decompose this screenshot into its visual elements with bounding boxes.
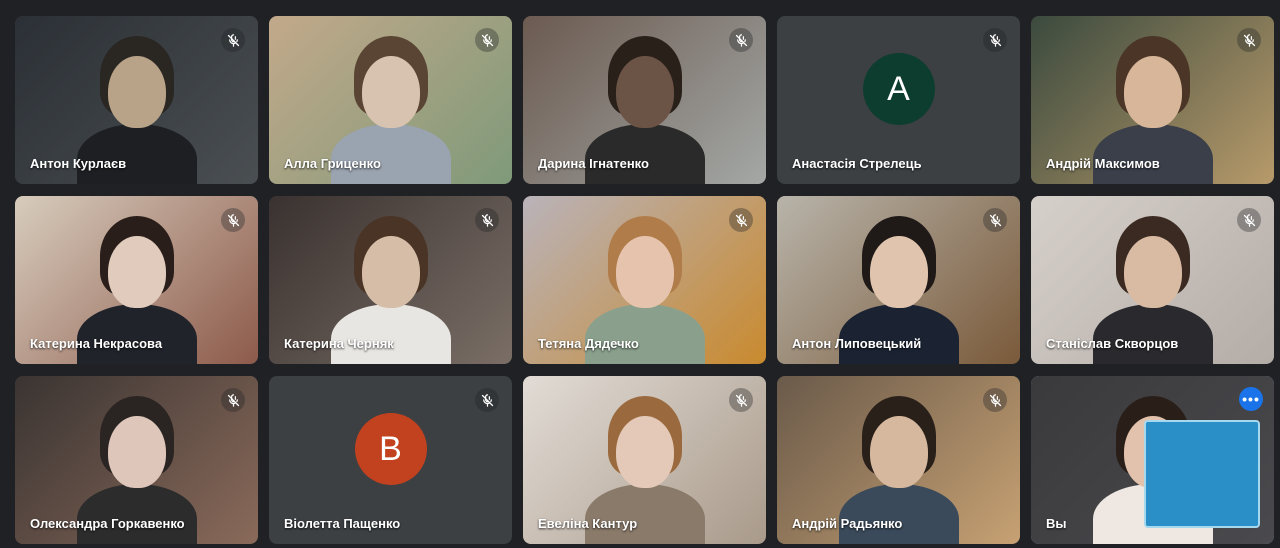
participant-avatar: В [354,413,427,485]
mic-off-indicator [729,388,753,412]
mic-off-indicator [221,28,245,52]
mic-off-icon [735,33,747,47]
mic-off-indicator [983,28,1007,52]
mic-off-indicator [221,388,245,412]
mic-off-icon [481,213,493,227]
mic-off-indicator [475,28,499,52]
video-feed [1031,376,1274,544]
participant-tile[interactable]: ••• Вы [1031,376,1274,544]
mic-off-indicator [983,388,1007,412]
participant-name: Катерина Черняк [284,336,394,351]
mic-off-icon [227,33,239,47]
participant-tile[interactable]: Олександра Горкавенко [15,376,258,544]
participant-tile[interactable]: Антон Липовецький [777,196,1020,364]
mic-off-icon [735,213,747,227]
mic-off-icon [989,213,1001,227]
participant-name: Алла Гриценко [284,156,381,171]
held-card [1144,420,1260,528]
participant-tile[interactable]: Катерина Некрасова [15,196,258,364]
participant-tile[interactable]: Антон Курлаєв [15,16,258,184]
participant-tile[interactable]: Дарина Ігнатенко [523,16,766,184]
participant-grid: Антон Курлаєв Алла Гриценко Дарина Ігнатен… [15,16,1274,544]
mic-off-icon [227,393,239,407]
mic-off-indicator [475,208,499,232]
participant-name: Тетяна Дядечко [538,336,639,351]
mic-off-icon [1243,33,1255,47]
mic-off-indicator [475,388,499,412]
mic-off-indicator [729,208,753,232]
mic-off-indicator [1237,28,1261,52]
participant-name: Вы [1046,516,1067,531]
mic-off-icon [735,393,747,407]
mic-off-icon [989,393,1001,407]
mic-off-icon [227,213,239,227]
participant-name: Олександра Горкавенко [30,516,185,531]
participant-name: Станіслав Скворцов [1046,336,1179,351]
participant-name: Андрій Максимов [1046,156,1160,171]
mic-off-indicator [729,28,753,52]
participant-tile[interactable]: Андрій Максимов [1031,16,1274,184]
participant-tile[interactable]: Андрій Радьянко [777,376,1020,544]
participant-tile[interactable]: Катерина Черняк [269,196,512,364]
participant-name: Дарина Ігнатенко [538,156,649,171]
participant-avatar: A [862,53,935,125]
mic-off-icon [1243,213,1255,227]
participant-tile[interactable]: В Віолетта Пащенко [269,376,512,544]
participant-name: Антон Курлаєв [30,156,127,171]
participant-name: Андрій Радьянко [792,516,903,531]
participant-name: Евеліна Кантур [538,516,638,531]
participant-tile[interactable]: A Анастасія Стрелець [777,16,1020,184]
participant-name: Анастасія Стрелець [792,156,922,171]
participant-name: Катерина Некрасова [30,336,163,351]
participant-tile[interactable]: Станіслав Скворцов [1031,196,1274,364]
participant-name: Антон Липовецький [792,336,922,351]
more-options-button[interactable]: ••• [1239,387,1263,411]
mic-off-indicator [221,208,245,232]
mic-off-icon [481,33,493,47]
mic-off-indicator [983,208,1007,232]
participant-name: Віолетта Пащенко [284,516,401,531]
participant-tile[interactable]: Тетяна Дядечко [523,196,766,364]
mic-off-indicator [1237,208,1261,232]
participant-tile[interactable]: Алла Гриценко [269,16,512,184]
mic-off-icon [481,393,493,407]
mic-off-icon [989,33,1001,47]
participant-tile[interactable]: Евеліна Кантур [523,376,766,544]
